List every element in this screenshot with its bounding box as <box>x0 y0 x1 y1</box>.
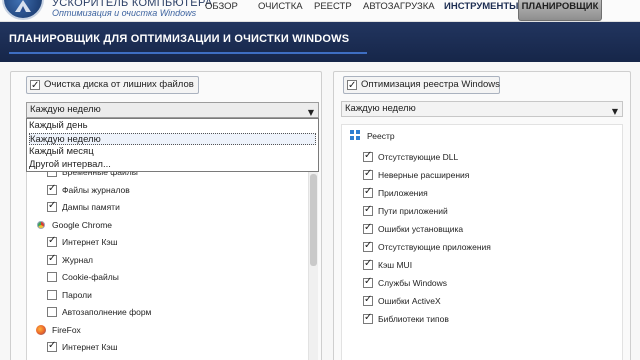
interval-dropdown-list: Каждый день Каждую неделю Каждый месяц Друг… <box>26 118 319 172</box>
registry-optimization-label: Оптимизация реестра Windows <box>361 79 500 90</box>
disk-cleanup-checkbox[interactable] <box>30 78 40 94</box>
category-label: Google Chrome <box>52 220 113 230</box>
option-label: Журнал <box>62 255 94 265</box>
option-checkbox[interactable] <box>363 258 373 270</box>
option-checkbox[interactable] <box>47 235 57 247</box>
option-checkbox[interactable] <box>47 253 57 265</box>
cleanup-option-row[interactable]: Журнал <box>47 253 94 268</box>
cleanup-option-row[interactable]: Файлы журналов <box>47 183 130 198</box>
option-checkbox[interactable] <box>363 294 373 306</box>
option-checkbox[interactable] <box>47 200 57 212</box>
registry-option-row[interactable]: Библиотеки типов <box>363 312 449 327</box>
tab-tools[interactable]: ИНСТРУМЕНТЫ <box>444 0 518 20</box>
registry-interval-value: Каждую неделю <box>345 103 416 114</box>
option-checkbox[interactable] <box>47 272 57 282</box>
category-firefox: FireFox <box>36 324 81 338</box>
app-logo-icon <box>2 0 44 20</box>
category-label: Реестр <box>367 131 395 141</box>
registry-optimization-checkbox[interactable] <box>347 78 357 94</box>
registry-option-row[interactable]: Пути приложений <box>363 204 448 219</box>
registry-option-row[interactable]: Неверные расширения <box>363 168 470 183</box>
app-subtitle: Оптимизация и очистка Windows <box>52 8 197 18</box>
option-checkbox[interactable] <box>363 240 373 252</box>
firefox-icon <box>36 325 46 335</box>
option-label: Приложения <box>378 188 428 198</box>
option-label: Кэш MUI <box>378 260 413 270</box>
tab-cleanup[interactable]: ОЧИСТКА <box>258 0 303 20</box>
option-label: Отсутствующие приложения <box>378 242 491 252</box>
option-label: Файлы журналов <box>62 185 130 195</box>
category-label: FireFox <box>52 325 81 335</box>
dropdown-option[interactable]: Каждую неделю <box>29 133 316 145</box>
registry-icon-tile <box>350 136 354 140</box>
disk-cleanup-interval-value: Каждую неделю <box>30 104 101 115</box>
tab-overview[interactable]: ОБЗОР <box>205 0 238 20</box>
option-label: Пароли <box>62 290 92 300</box>
cleanup-option-row[interactable]: Пароли <box>47 289 92 303</box>
registry-option-row[interactable]: Приложения <box>363 186 428 201</box>
dropdown-option[interactable]: Каждый месяц <box>29 146 316 158</box>
option-checkbox[interactable] <box>47 183 57 195</box>
option-label: Автозаполнение форм <box>62 307 152 317</box>
scrollbar-thumb[interactable] <box>310 174 317 266</box>
option-checkbox[interactable] <box>363 204 373 216</box>
option-label: Ошибки ActiveX <box>378 296 441 306</box>
registry-option-row[interactable]: Кэш MUI <box>363 258 413 273</box>
registry-icon-tile <box>356 130 360 134</box>
registry-group-header[interactable]: Оптимизация реестра Windows <box>343 76 500 94</box>
option-label: Пути приложений <box>378 206 448 216</box>
option-checkbox[interactable] <box>363 222 373 234</box>
option-label: Ошибки установщика <box>378 224 464 234</box>
registry-option-row[interactable]: Ошибки установщика <box>363 222 464 237</box>
option-checkbox[interactable] <box>363 168 373 180</box>
option-label: Дампы памяти <box>62 202 120 212</box>
title-underline <box>9 52 367 54</box>
registry-interval-select[interactable]: Каждую неделю ▼ <box>341 101 623 117</box>
dropdown-option[interactable]: Другой интервал... <box>29 159 316 171</box>
disk-cleanup-label: Очистка диска от лишних файлов <box>44 79 194 90</box>
option-label: Библиотеки типов <box>378 314 449 324</box>
dropdown-option[interactable]: Каждый день <box>29 120 316 132</box>
option-label: Неверные расширения <box>378 170 470 180</box>
registry-option-row[interactable]: Отсутствующие приложения <box>363 240 491 255</box>
chrome-icon <box>36 220 46 230</box>
option-label: Отсутствующие DLL <box>378 152 459 162</box>
option-checkbox[interactable] <box>47 307 57 317</box>
cleanup-option-row[interactable]: Дампы памяти <box>47 200 120 215</box>
disk-cleanup-group-header[interactable]: Очистка диска от лишних файлов <box>26 76 199 94</box>
registry-icon <box>350 130 361 141</box>
option-checkbox[interactable] <box>47 340 57 352</box>
registry-icon-tile <box>350 130 354 134</box>
option-checkbox[interactable] <box>363 312 373 324</box>
option-label: Интернет Кэш <box>62 237 118 247</box>
cleanup-option-row[interactable]: Автозаполнение форм <box>47 306 151 320</box>
tab-scheduler[interactable]: ПЛАНИРОВЩИК <box>518 0 602 21</box>
option-checkbox[interactable] <box>363 186 373 198</box>
registry-option-row[interactable]: Ошибки ActiveX <box>363 294 441 309</box>
registry-icon-tile <box>356 136 360 140</box>
dropdown-arrow-icon: ▼ <box>611 107 618 116</box>
tab-autoload[interactable]: АВТОЗАГРУЗКА <box>363 0 435 20</box>
registry-option-row[interactable]: Службы Windows <box>363 276 448 291</box>
tab-registry[interactable]: РЕЕСТР <box>314 0 352 20</box>
page-title: ПЛАНИРОВЩИК ДЛЯ ОПТИМИЗАЦИИ И ОЧИСТКИ WI… <box>9 33 350 45</box>
option-label: Cookie-файлы <box>62 272 119 282</box>
cleanup-option-row[interactable]: Интернет Кэш <box>47 235 118 250</box>
category-google-chrome: Google Chrome <box>36 219 112 233</box>
option-checkbox[interactable] <box>47 290 57 300</box>
registry-option-row[interactable]: Отсутствующие DLL <box>363 150 459 165</box>
category-registry: Реестр <box>350 130 395 144</box>
option-label: Службы Windows <box>378 278 448 288</box>
disk-cleanup-interval-select[interactable]: Каждую неделю ▼ <box>26 102 319 118</box>
option-label: Интернет Кэш <box>62 342 118 352</box>
cleanup-option-row[interactable]: Cookie-файлы <box>47 271 119 285</box>
option-checkbox[interactable] <box>363 276 373 288</box>
cleanup-option-row[interactable]: Интернет Кэш <box>47 340 118 355</box>
option-checkbox[interactable] <box>363 150 373 162</box>
